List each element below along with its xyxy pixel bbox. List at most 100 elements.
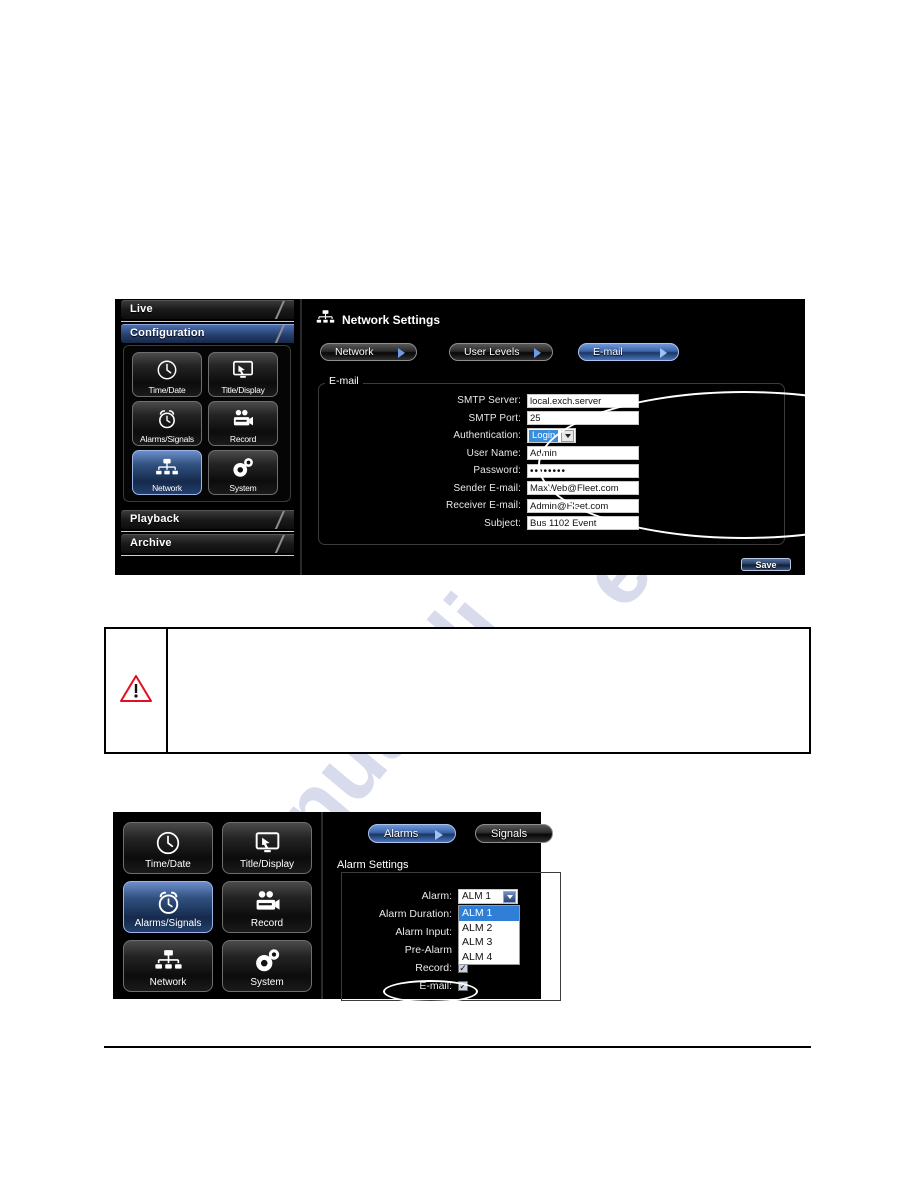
- warning-icon-cell: [106, 629, 168, 752]
- settings-tab-bar: Network User Levels E-mail: [320, 343, 790, 361]
- dropdown-option-alm1[interactable]: ALM 1: [459, 906, 519, 921]
- alarm-selected-value: ALM 1: [462, 890, 491, 902]
- receiver-email-input[interactable]: Admin@Fleet.com: [527, 498, 639, 513]
- tab-slash-decor: [271, 325, 287, 343]
- tab-user-levels[interactable]: User Levels: [449, 343, 553, 361]
- config-button-system[interactable]: System: [222, 940, 312, 992]
- dvr-alarm-settings-screenshot: Time/Date Title/Display Alarms/Signals R…: [113, 812, 561, 1003]
- config-button-time-date[interactable]: Time/Date: [123, 822, 213, 874]
- sidebar-tab-live-label: Live: [130, 303, 153, 315]
- tab-network-label: Network: [335, 346, 374, 358]
- field-row-authentication: Authentication: Login: [319, 427, 784, 445]
- config-button-network[interactable]: Network: [132, 450, 202, 495]
- network-tree-icon: [316, 309, 335, 331]
- config-button-system[interactable]: System: [208, 450, 278, 495]
- alarm-select[interactable]: ALM 1: [458, 888, 518, 904]
- tab-signals[interactable]: Signals: [475, 824, 553, 843]
- user-name-input[interactable]: Admin: [527, 446, 639, 461]
- config-button-time-date[interactable]: Time/Date: [132, 352, 202, 397]
- config-button-label: Network: [149, 977, 187, 988]
- config-button-label: Record: [250, 918, 284, 929]
- alarm-dropdown-list[interactable]: ALM 1 ALM 2 ALM 3 ALM 4: [458, 905, 520, 965]
- config-button-title-display[interactable]: Title/Display: [222, 822, 312, 874]
- save-button[interactable]: Save: [741, 558, 791, 571]
- sender-email-label: Sender E-mail:: [453, 482, 521, 494]
- tab-email-label: E-mail: [593, 346, 623, 358]
- tab-alarms[interactable]: Alarms: [368, 824, 456, 843]
- config-button-label: Network: [152, 482, 182, 493]
- field-row-user-name: User Name: Admin: [319, 445, 784, 463]
- authentication-label: Authentication:: [453, 430, 521, 442]
- chevron-right-icon: [398, 348, 405, 358]
- field-row-alarm-duration: Alarm Duration:: [342, 905, 560, 923]
- sidebar-tab-playback-label: Playback: [130, 513, 180, 525]
- field-row-smtp-server: SMTP Server: local.exch.server: [319, 392, 784, 410]
- dropdown-option-alm3[interactable]: ALM 3: [459, 935, 519, 950]
- field-row-alarm: Alarm: ALM 1: [342, 887, 560, 905]
- sidebar-tab-archive-label: Archive: [130, 537, 172, 549]
- configuration-icon-grid: Time/Date Title/Display Alarms/Signals R…: [132, 352, 284, 495]
- tab-alarms-label: Alarms: [384, 828, 419, 840]
- email-settings-group: E-mail SMTP Server: local.exch.server SM…: [318, 375, 785, 545]
- field-row-sender-email: Sender E-mail: MaxWeb@Fleet.com: [319, 480, 784, 498]
- field-row-alarm-input: Alarm Input:: [342, 923, 560, 941]
- config-button-label: Time/Date: [148, 384, 186, 395]
- alarm-settings-content: Alarms Signals Alarm Settings Alarm: ALM…: [323, 812, 561, 1003]
- config-button-alarms-signals[interactable]: Alarms/Signals: [132, 401, 202, 446]
- tab-signals-label: Signals: [491, 828, 528, 840]
- configuration-icon-panel: Time/Date Title/Display Alarms/Signals R…: [123, 345, 291, 502]
- email-label: E-mail:: [419, 980, 452, 992]
- chevron-right-icon: [660, 348, 667, 358]
- camcorder-icon: [209, 406, 277, 432]
- sidebar-tab-configuration[interactable]: Configuration: [121, 324, 294, 343]
- alarm-label: Alarm:: [421, 890, 452, 902]
- config-button-label: System: [250, 977, 284, 988]
- chevron-down-icon[interactable]: [561, 429, 575, 442]
- tab-network[interactable]: Network: [320, 343, 417, 361]
- pre-alarm-label: Pre-Alarm: [404, 944, 452, 956]
- field-row-smtp-port: SMTP Port: 25: [319, 410, 784, 428]
- record-label: Record:: [415, 962, 452, 974]
- alarm-duration-label: Alarm Duration:: [379, 908, 452, 920]
- sidebar-tab-live[interactable]: Live: [121, 300, 294, 319]
- tab-divider: [121, 531, 294, 532]
- network-tree-icon: [124, 946, 212, 976]
- alarm-config-icon-panel: Time/Date Title/Display Alarms/Signals R…: [123, 822, 313, 992]
- dropdown-option-alm4[interactable]: ALM 4: [459, 950, 519, 965]
- authentication-select-wrap: Login: [527, 428, 577, 444]
- smtp-server-input[interactable]: local.exch.server: [527, 393, 639, 408]
- chevron-right-icon: [435, 830, 443, 840]
- field-row-record: Record: ✓: [342, 959, 560, 977]
- config-button-record[interactable]: Record: [208, 401, 278, 446]
- camcorder-icon: [223, 887, 311, 917]
- sender-email-input[interactable]: MaxWeb@Fleet.com: [527, 481, 639, 496]
- dvr-sidebar: Live Configuration Time/Date Title/Displ…: [115, 299, 300, 575]
- authentication-select[interactable]: Login: [527, 428, 577, 444]
- chevron-down-icon[interactable]: [503, 890, 516, 903]
- smtp-port-input[interactable]: 25: [527, 411, 639, 426]
- field-row-password: Password: ••••••••: [319, 462, 784, 480]
- email-form: SMTP Server: local.exch.server SMTP Port…: [319, 392, 784, 532]
- sidebar-tab-archive[interactable]: Archive: [121, 534, 294, 553]
- password-input[interactable]: ••••••••: [527, 463, 639, 478]
- clock-icon: [124, 828, 212, 858]
- config-button-label: Alarms/Signals: [140, 433, 194, 444]
- tab-divider: [121, 321, 294, 322]
- config-button-alarms-signals[interactable]: Alarms/Signals: [123, 881, 213, 933]
- gears-icon: [209, 455, 277, 481]
- smtp-port-label: SMTP Port:: [468, 412, 521, 424]
- email-checkbox[interactable]: ✓: [458, 981, 468, 991]
- dvr-network-settings-screenshot: Live Configuration Time/Date Title/Displ…: [115, 299, 918, 575]
- config-button-record[interactable]: Record: [222, 881, 312, 933]
- sidebar-tab-playback[interactable]: Playback: [121, 510, 294, 529]
- smtp-server-label: SMTP Server:: [457, 395, 521, 407]
- dropdown-option-alm2[interactable]: ALM 2: [459, 921, 519, 936]
- tab-email[interactable]: E-mail: [578, 343, 679, 361]
- config-button-label: System: [229, 482, 257, 493]
- warning-callout-box: [104, 627, 811, 754]
- config-button-title-display[interactable]: Title/Display: [208, 352, 278, 397]
- config-button-network[interactable]: Network: [123, 940, 213, 992]
- subject-input[interactable]: Bus 1102 Event: [527, 516, 639, 531]
- tab-user-levels-label: User Levels: [464, 346, 520, 358]
- alarm-form: Alarm: ALM 1 Alarm Duration: Alarm Input…: [342, 887, 560, 995]
